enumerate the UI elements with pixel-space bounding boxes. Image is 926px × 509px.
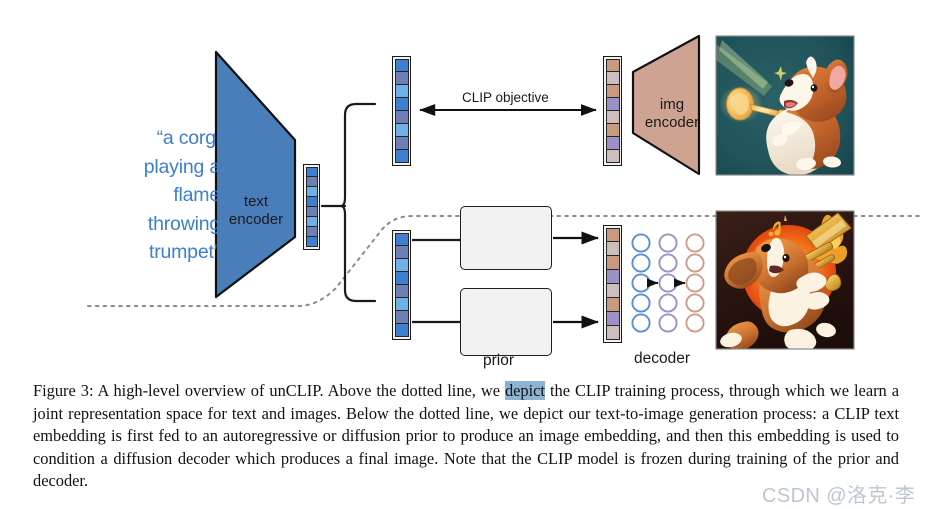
embedding-cell (305, 236, 318, 248)
autoregressive-prior-box (460, 206, 552, 270)
embedding-cell (394, 232, 409, 247)
embedding-cell (605, 71, 620, 86)
embedding-cell (605, 311, 620, 327)
diffusion-prior-box (460, 288, 552, 356)
text-encoder-label: text encoder (228, 193, 284, 228)
generated-image-top-art (716, 36, 854, 175)
text-encoder-shape (214, 50, 297, 299)
embedding-cell (394, 123, 409, 138)
embedding-cell (605, 227, 620, 243)
embedding-cell (394, 258, 409, 273)
prompt-text: “a corgi playing a flame throwing trumpe… (143, 127, 220, 263)
csdn-watermark: CSDN @洛克·李 (762, 485, 916, 507)
embedding-cell (605, 149, 620, 164)
embedding-cell (605, 84, 620, 99)
caption-highlighted-word: depict (504, 381, 545, 400)
embedding-cell (394, 245, 409, 260)
figure-caption: Figure 3: A high-level overview of unCLI… (33, 380, 899, 493)
text-embedding-vector-clip (392, 56, 411, 166)
prior-label: prior (483, 352, 515, 369)
embedding-cell (394, 149, 409, 164)
embedding-cell (605, 136, 620, 151)
embedding-cell (605, 297, 620, 313)
decoder-label: decoder (634, 350, 691, 367)
embedding-cell (394, 310, 409, 325)
figure-unclip-overview: “a corgi playing a flame throwing trumpe… (0, 0, 926, 509)
embedding-cell (605, 241, 620, 257)
embedding-cell (394, 97, 409, 112)
caption-part-1: Figure 3: A high-level overview of unCLI… (33, 381, 505, 400)
embedding-cell (605, 255, 620, 271)
prior-input-lines (412, 238, 460, 324)
embedding-cell (605, 269, 620, 285)
embedding-cell (394, 323, 409, 338)
embedding-cell (605, 97, 620, 112)
text-embedding-vector-small (303, 164, 320, 250)
embedding-cell (605, 123, 620, 138)
embedding-cell (394, 271, 409, 286)
embedding-cell (394, 110, 409, 125)
embedding-cell (394, 284, 409, 299)
prior-output-arrows (553, 231, 599, 329)
embedding-cell (394, 84, 409, 99)
text-embedding-vector-prior (392, 230, 411, 340)
img-encoder-label: img encoder (644, 96, 700, 131)
embedding-cell (394, 58, 409, 73)
embedding-cell (605, 58, 620, 73)
embedding-cell (605, 283, 620, 299)
embedding-cell (394, 71, 409, 86)
clip-objective-label: CLIP objective (462, 90, 549, 105)
image-embedding-vector-decoder (603, 225, 622, 343)
embedding-cell (394, 297, 409, 312)
generated-image-bottom-art (716, 211, 854, 349)
decoder-graph (631, 233, 705, 333)
embedding-cell (605, 110, 620, 125)
image-embedding-vector-clip (603, 56, 622, 166)
embedding-cell (605, 325, 620, 341)
embedding-cell (394, 136, 409, 151)
